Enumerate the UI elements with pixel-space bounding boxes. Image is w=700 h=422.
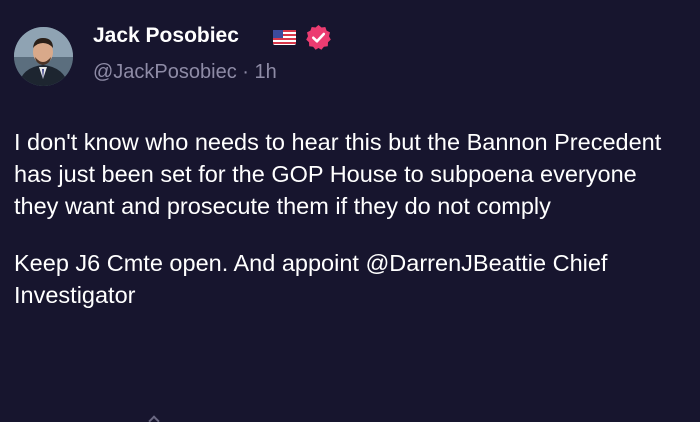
post-paragraph-2: Keep J6 Cmte open. And appoint @DarrenJB…: [14, 247, 686, 311]
post-card: Jack Posobiec @JackPosobiec · 1h I don't…: [0, 0, 700, 422]
us-flag-icon: [273, 30, 296, 45]
post-timestamp[interactable]: 1h: [255, 61, 277, 83]
mention-link[interactable]: @DarrenJBeattie: [365, 250, 546, 276]
cropped-action-icon: [148, 415, 160, 422]
author-name[interactable]: Jack Posobiec: [93, 24, 239, 48]
post-meta: @JackPosobiec · 1h: [93, 61, 277, 84]
author-avatar[interactable]: [14, 27, 73, 86]
post-paragraph-1: I don't know who needs to hear this but …: [14, 129, 662, 219]
verified-badge-icon: [306, 25, 331, 50]
post-paragraph-2-text: Keep J6 Cmte open. And appoint: [14, 250, 366, 276]
post-body: I don't know who needs to hear this but …: [14, 126, 686, 311]
author-handle[interactable]: @JackPosobiec: [93, 61, 237, 83]
meta-separator: ·: [242, 61, 249, 83]
avatar-image: [14, 27, 73, 86]
